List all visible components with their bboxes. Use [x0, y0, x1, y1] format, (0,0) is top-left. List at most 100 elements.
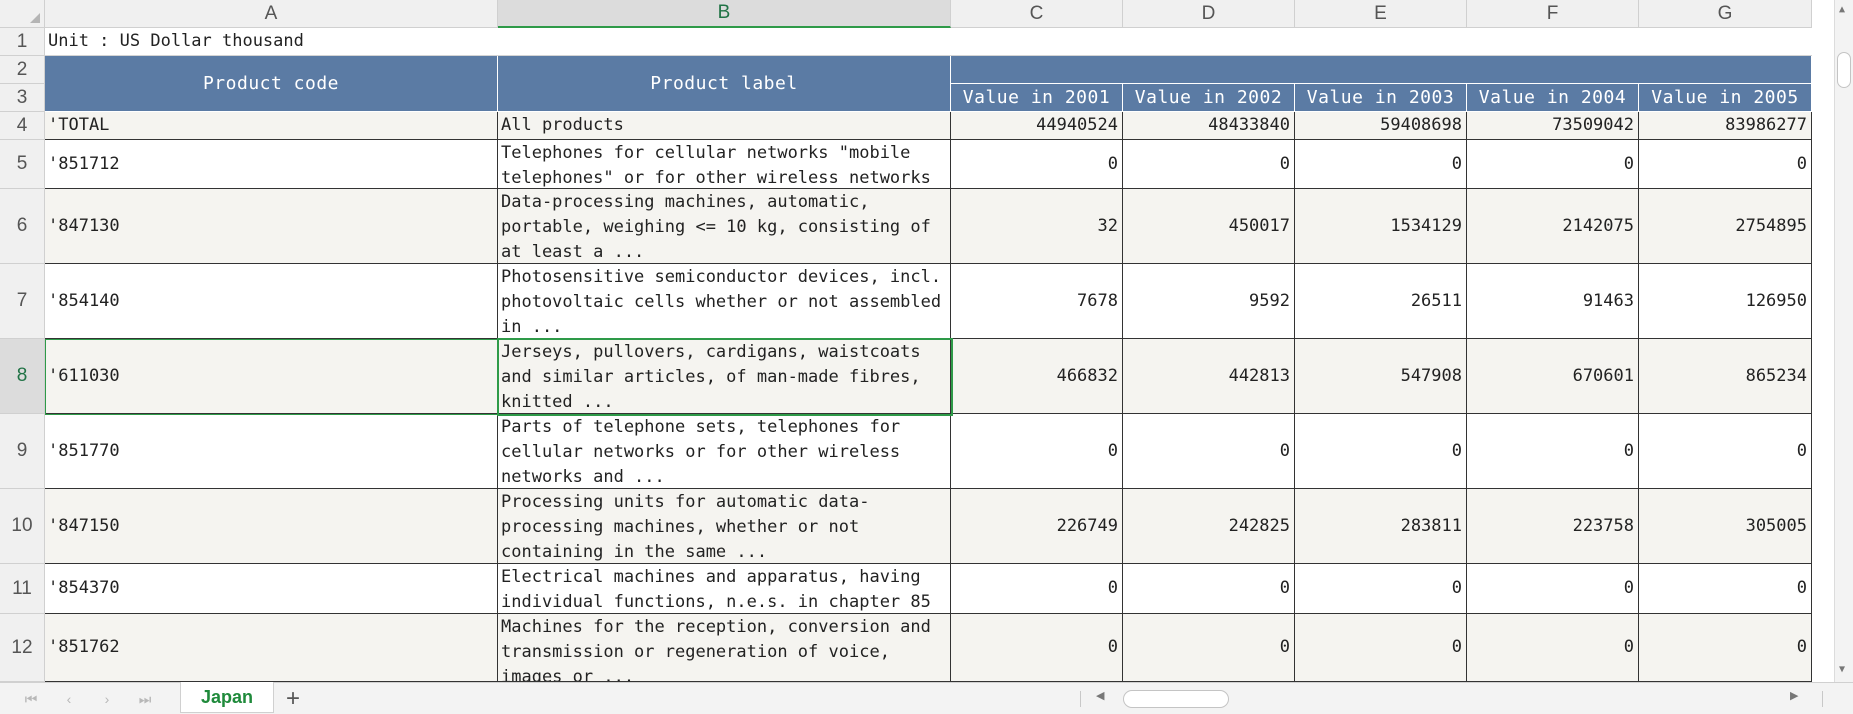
product-label-cell[interactable]: Telephones for cellular networks "mobile…: [498, 140, 951, 189]
product-code-cell[interactable]: 'TOTAL: [45, 112, 498, 140]
row-header-1[interactable]: 1: [0, 28, 45, 56]
next-sheet-icon[interactable]: ›: [94, 688, 120, 710]
value-cell[interactable]: 0: [1295, 414, 1467, 489]
value-cell[interactable]: 26511: [1295, 264, 1467, 339]
value-cell[interactable]: 0: [1467, 414, 1639, 489]
last-sheet-icon[interactable]: ⏭: [132, 688, 158, 710]
scroll-left-icon[interactable]: ◀: [1096, 689, 1104, 702]
value-cell[interactable]: 0: [1295, 614, 1467, 682]
product-code-cell[interactable]: '851762: [45, 614, 498, 682]
column-header-b[interactable]: B: [498, 0, 951, 28]
product-code-cell[interactable]: '854140: [45, 264, 498, 339]
value-cell[interactable]: 865234: [1639, 339, 1812, 414]
value-cell[interactable]: 305005: [1639, 489, 1812, 564]
scroll-down-icon[interactable]: ▼: [1839, 664, 1845, 675]
scroll-right-icon[interactable]: ▶: [1790, 689, 1798, 702]
value-cell[interactable]: 0: [1295, 140, 1467, 189]
value-cell[interactable]: 0: [1467, 614, 1639, 682]
product-code-cell[interactable]: '847130: [45, 189, 498, 264]
vertical-scrollbar[interactable]: ▲ ▼: [1834, 0, 1853, 682]
value-cell[interactable]: 32: [951, 189, 1123, 264]
value-cell[interactable]: 0: [1123, 140, 1295, 189]
value-cell[interactable]: 0: [1639, 140, 1812, 189]
value-cell[interactable]: 83986277: [1639, 112, 1812, 140]
row-header-11[interactable]: 11: [0, 564, 45, 614]
product-label-cell[interactable]: Photosensitive semiconductor devices, in…: [498, 264, 951, 339]
product-label-cell[interactable]: Machines for the reception, conversion a…: [498, 614, 951, 682]
value-cell[interactable]: 7678: [951, 264, 1123, 339]
value-cell[interactable]: 1534129: [1295, 189, 1467, 264]
value-cell[interactable]: 48433840: [1123, 112, 1295, 140]
product-label-cell[interactable]: Processing units for automatic data-proc…: [498, 489, 951, 564]
select-all-corner[interactable]: [0, 0, 45, 28]
column-header-d[interactable]: D: [1123, 0, 1295, 28]
value-cell[interactable]: 2754895: [1639, 189, 1812, 264]
row-header-8[interactable]: 8: [0, 339, 45, 414]
value-cell[interactable]: 242825: [1123, 489, 1295, 564]
value-cell[interactable]: 0: [1123, 414, 1295, 489]
header-value-year: Value in 2001: [951, 84, 1123, 112]
product-code-cell[interactable]: '851712: [45, 140, 498, 189]
product-code-cell[interactable]: '611030: [45, 339, 498, 414]
row-header-7[interactable]: 7: [0, 264, 45, 339]
value-cell[interactable]: 0: [1639, 564, 1812, 614]
sheet-tab-japan[interactable]: Japan: [180, 682, 274, 713]
value-cell[interactable]: 670601: [1467, 339, 1639, 414]
value-cell[interactable]: 0: [1123, 614, 1295, 682]
add-sheet-icon[interactable]: +: [280, 685, 306, 712]
value-cell[interactable]: 0: [1123, 564, 1295, 614]
value-cell[interactable]: 0: [1467, 140, 1639, 189]
product-code-cell[interactable]: '851770: [45, 414, 498, 489]
column-header-a[interactable]: A: [45, 0, 498, 28]
product-code-cell[interactable]: '854370: [45, 564, 498, 614]
row-header-5[interactable]: 5: [0, 140, 45, 189]
row-header-2[interactable]: 2: [0, 56, 45, 84]
value-cell[interactable]: 91463: [1467, 264, 1639, 339]
value-cell[interactable]: 0: [951, 564, 1123, 614]
column-header-f[interactable]: F: [1467, 0, 1639, 28]
scroll-up-icon[interactable]: ▲: [1839, 4, 1845, 15]
vertical-scroll-thumb[interactable]: [1837, 52, 1851, 88]
value-cell[interactable]: 450017: [1123, 189, 1295, 264]
value-cell[interactable]: 73509042: [1467, 112, 1639, 140]
row-header-9[interactable]: 9: [0, 414, 45, 489]
value-cell[interactable]: 0: [951, 414, 1123, 489]
row-header-6[interactable]: 6: [0, 189, 45, 264]
row-header-3[interactable]: 3: [0, 84, 45, 112]
prev-sheet-icon[interactable]: ‹: [56, 688, 82, 710]
product-label-cell[interactable]: Data-processing machines, automatic, por…: [498, 189, 951, 264]
product-code-cell[interactable]: '847150: [45, 489, 498, 564]
product-label-cell[interactable]: All products: [498, 112, 951, 140]
value-cell[interactable]: 0: [951, 614, 1123, 682]
value-cell[interactable]: 0: [951, 140, 1123, 189]
value-cell[interactable]: 0: [1467, 564, 1639, 614]
product-label-cell[interactable]: Parts of telephone sets, telephones for …: [498, 414, 951, 489]
column-header-e[interactable]: E: [1295, 0, 1467, 28]
horizontal-scroll-thumb[interactable]: [1123, 690, 1229, 708]
value-cell[interactable]: 283811: [1295, 489, 1467, 564]
value-cell[interactable]: 442813: [1123, 339, 1295, 414]
value-cell[interactable]: 226749: [951, 489, 1123, 564]
row-header-12[interactable]: 12: [0, 614, 45, 682]
value-cell[interactable]: 547908: [1295, 339, 1467, 414]
value-cell[interactable]: 59408698: [1295, 112, 1467, 140]
first-sheet-icon[interactable]: ⏮: [18, 688, 44, 710]
value-cell[interactable]: 2142075: [1467, 189, 1639, 264]
value-cell[interactable]: 44940524: [951, 112, 1123, 140]
row-header-4[interactable]: 4: [0, 112, 45, 140]
product-label-cell[interactable]: Electrical machines and apparatus, havin…: [498, 564, 951, 614]
value-cell[interactable]: 223758: [1467, 489, 1639, 564]
value-cell[interactable]: 0: [1639, 414, 1812, 489]
column-header-g[interactable]: G: [1639, 0, 1812, 28]
horizontal-scrollbar[interactable]: ◀ ▶: [1090, 687, 1800, 709]
value-cell[interactable]: 0: [1639, 614, 1812, 682]
value-cell[interactable]: 9592: [1123, 264, 1295, 339]
spreadsheet-grid[interactable]: ABCDEFG 1 2 3 4 5 6 7 8 9 10 11 12 Unit : US Dollar…: [0, 0, 1834, 682]
product-label-cell[interactable]: Jerseys, pullovers, cardigans, waistcoat…: [498, 339, 951, 414]
value-cell[interactable]: 466832: [951, 339, 1123, 414]
value-cell[interactable]: 0: [1295, 564, 1467, 614]
row-header-10[interactable]: 10: [0, 489, 45, 564]
header-product-code: Product code: [45, 56, 498, 112]
column-header-c[interactable]: C: [951, 0, 1123, 28]
value-cell[interactable]: 126950: [1639, 264, 1812, 339]
